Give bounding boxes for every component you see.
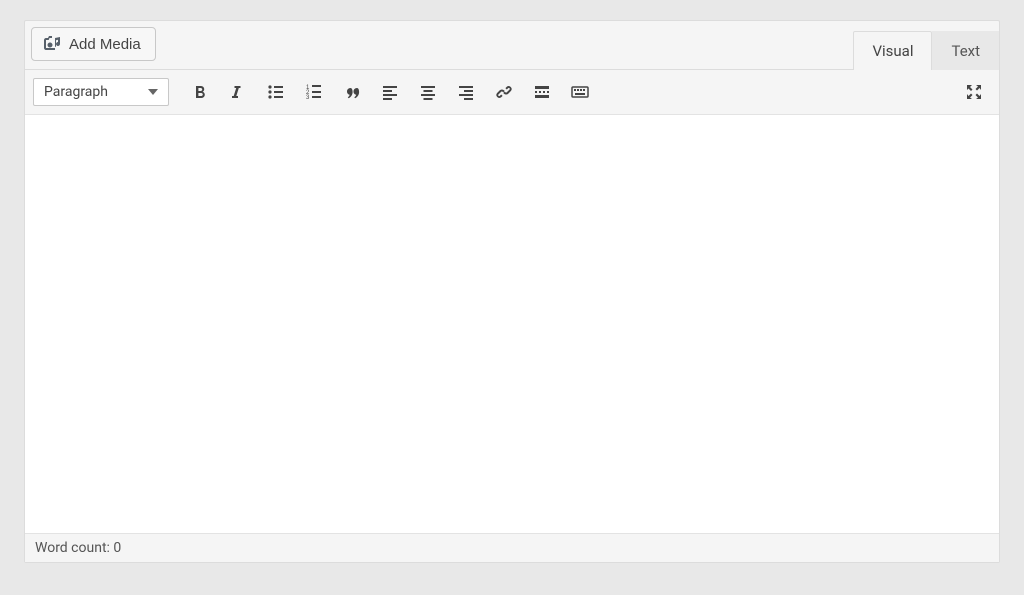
toolbar-left-group: Paragraph 123: [33, 76, 597, 108]
read-more-icon: [532, 82, 552, 102]
fullscreen-button[interactable]: [957, 76, 991, 108]
fullscreen-icon: [964, 82, 984, 102]
toolbar-toggle-button[interactable]: [563, 76, 597, 108]
editor-top-row: Add Media Visual Text: [25, 21, 999, 69]
blockquote-button[interactable]: [335, 76, 369, 108]
align-center-button[interactable]: [411, 76, 445, 108]
svg-text:3: 3: [306, 95, 310, 101]
editor-content-area[interactable]: [25, 115, 999, 533]
numbered-list-button[interactable]: 123: [297, 76, 331, 108]
bold-icon: [190, 82, 210, 102]
tab-text[interactable]: Text: [932, 31, 999, 70]
link-button[interactable]: [487, 76, 521, 108]
ol-icon: 123: [304, 82, 324, 102]
ul-icon: [266, 82, 286, 102]
editor-container: Add Media Visual Text Paragraph 123: [24, 20, 1000, 563]
align-left-button[interactable]: [373, 76, 407, 108]
format-select[interactable]: Paragraph: [33, 78, 169, 106]
align-left-icon: [380, 82, 400, 102]
quote-icon: [342, 82, 362, 102]
editor-mode-tabs: Visual Text: [853, 30, 999, 69]
word-count-label: Word count:: [35, 540, 110, 556]
add-media-button[interactable]: Add Media: [31, 27, 156, 61]
chevron-down-icon: [148, 89, 158, 95]
bulleted-list-button[interactable]: [259, 76, 293, 108]
bold-button[interactable]: [183, 76, 217, 108]
keyboard-icon: [570, 82, 590, 102]
align-right-icon: [456, 82, 476, 102]
add-media-label: Add Media: [69, 36, 141, 53]
format-select-label: Paragraph: [44, 84, 108, 100]
editor-toolbar: Paragraph 123: [25, 69, 999, 115]
link-icon: [494, 82, 514, 102]
align-center-icon: [418, 82, 438, 102]
align-right-button[interactable]: [449, 76, 483, 108]
italic-button[interactable]: [221, 76, 255, 108]
tab-visual[interactable]: Visual: [853, 31, 932, 70]
camera-music-icon: [42, 34, 62, 54]
word-count-value: 0: [113, 540, 121, 556]
read-more-button[interactable]: [525, 76, 559, 108]
italic-icon: [228, 82, 248, 102]
status-bar: Word count: 0: [25, 533, 999, 562]
